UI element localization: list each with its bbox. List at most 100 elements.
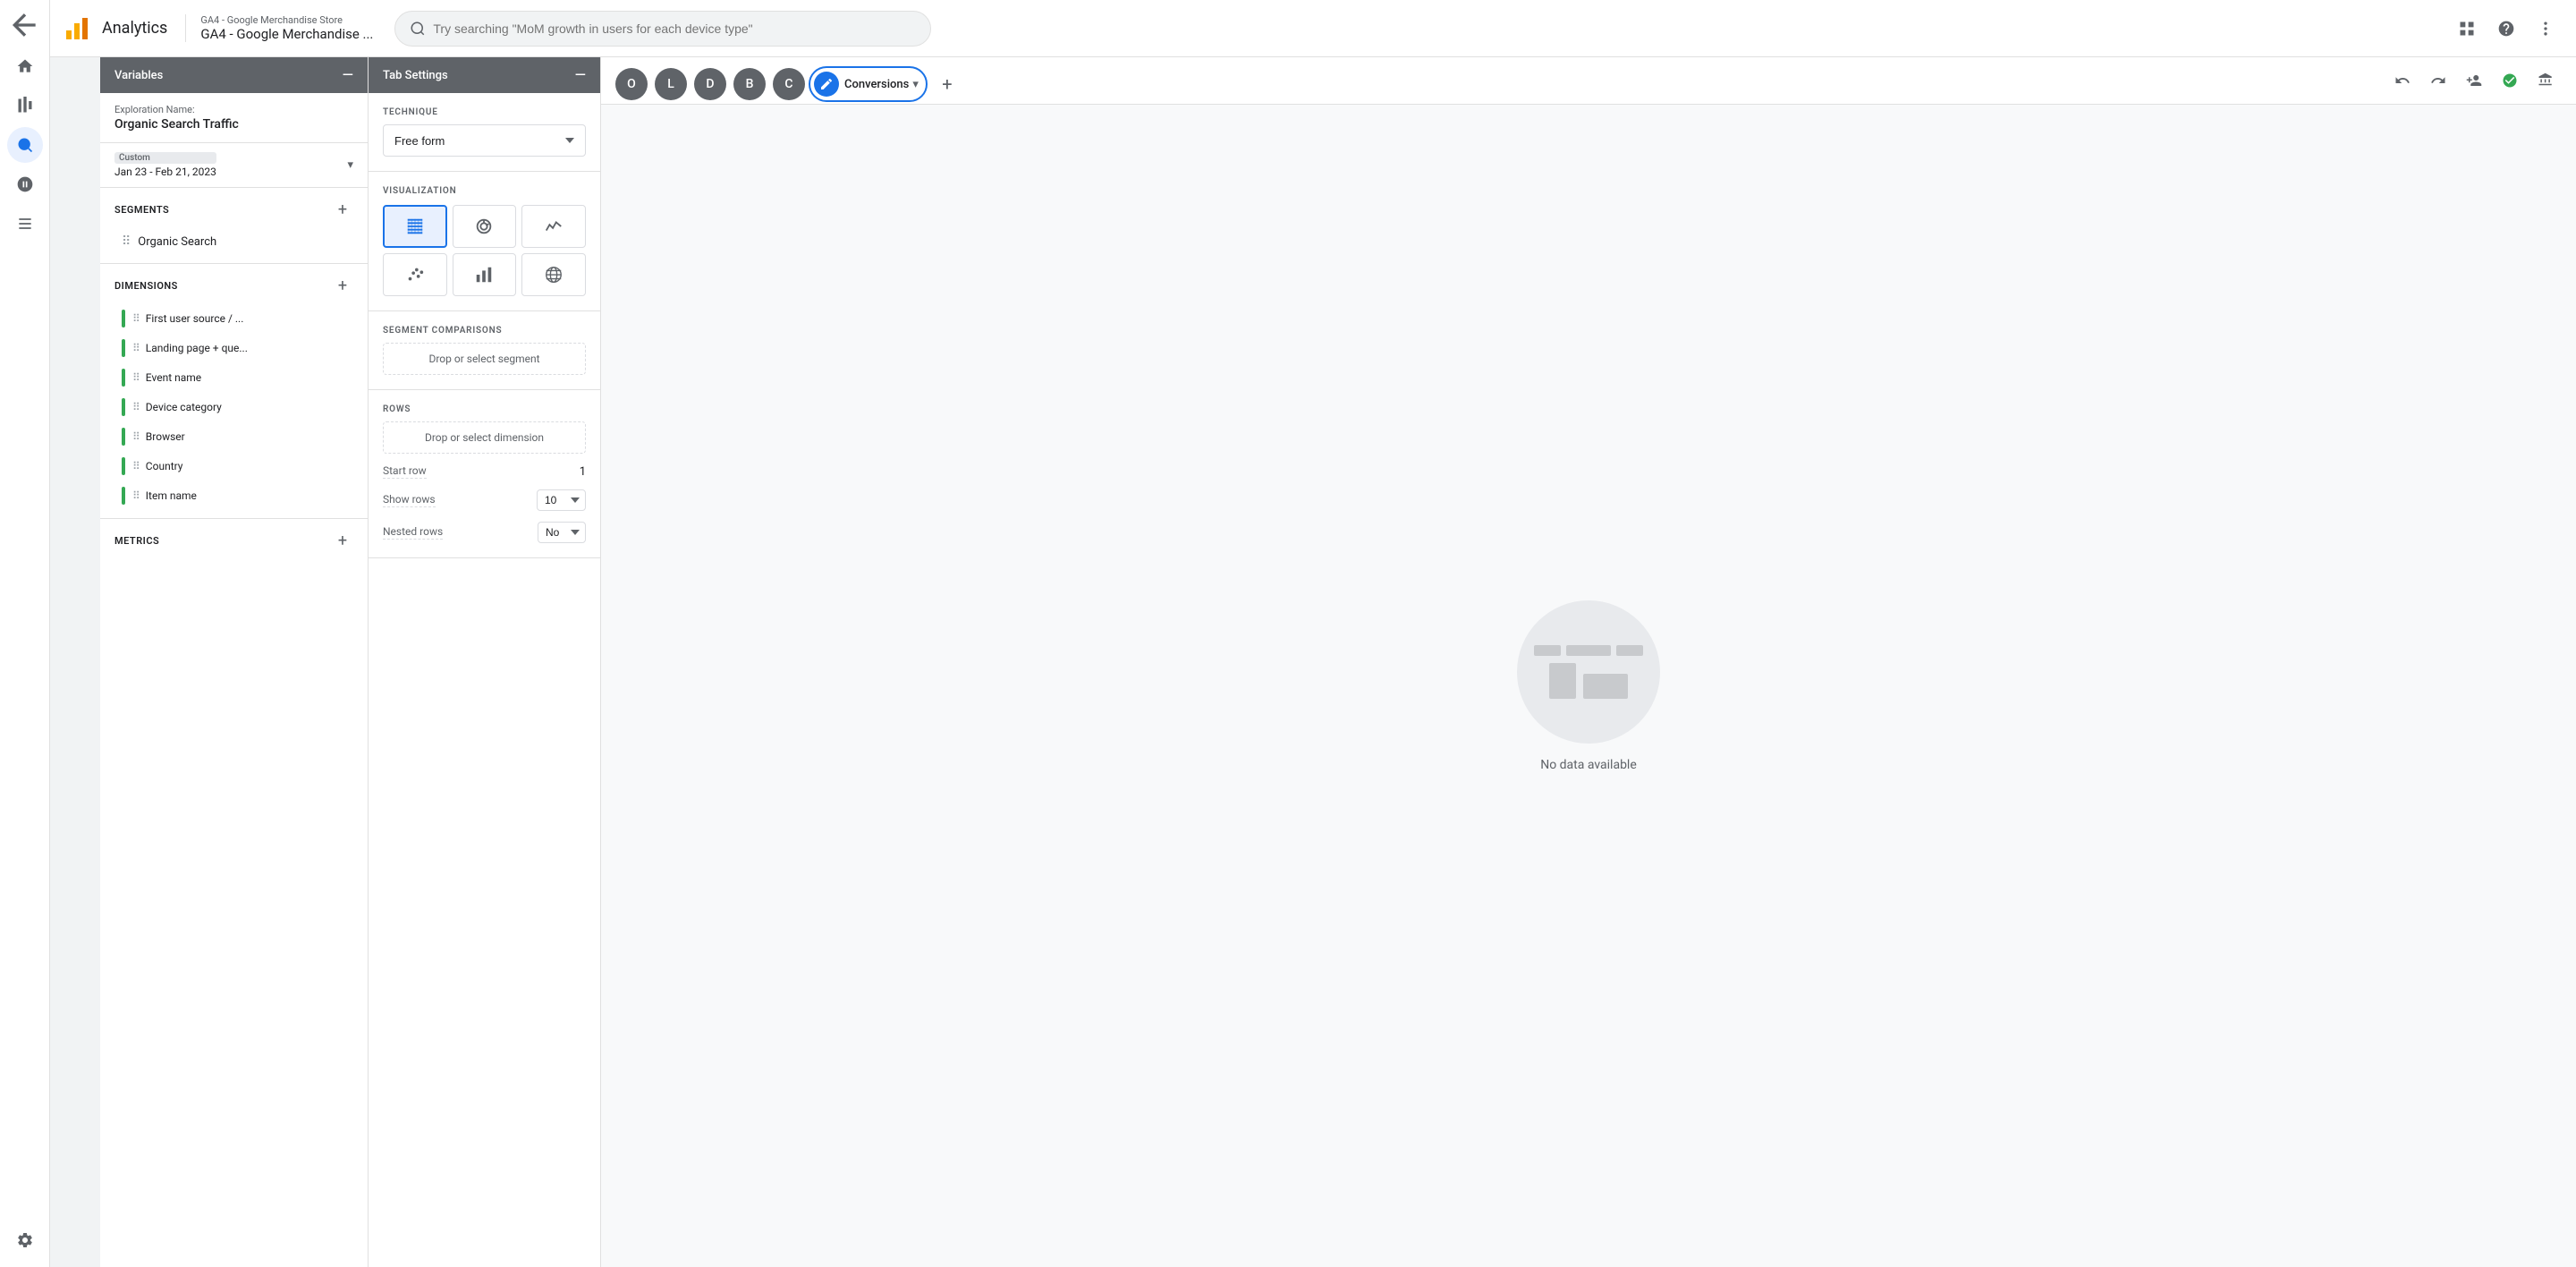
variables-panel-title: Variables: [114, 69, 163, 82]
tab-circle-d[interactable]: D: [694, 68, 726, 100]
dimension-item[interactable]: ⠿ Country: [107, 452, 360, 480]
property-name-label: GA4 - Google Merchandise Store: [200, 14, 373, 26]
no-data-text: No data available: [1540, 758, 1637, 772]
grid-icon-button[interactable]: [2451, 13, 2483, 45]
dimension-item[interactable]: ⠿Device category: [107, 393, 360, 421]
dimension-name-label: Country: [146, 460, 183, 472]
exploration-name-label: Exploration Name:: [114, 104, 353, 115]
tab-circle-l[interactable]: L: [655, 68, 687, 100]
viz-bar-button[interactable]: [453, 253, 517, 296]
add-segment-button[interactable]: +: [332, 199, 353, 220]
show-rows-label: Show rows: [383, 493, 436, 507]
exploration-name-section: Exploration Name: Organic Search Traffic: [100, 93, 368, 143]
rows-label: ROWS: [383, 404, 586, 414]
segment-item[interactable]: ⠿Organic Search: [107, 229, 360, 254]
start-row-value: 1: [580, 465, 586, 479]
drag-handle-icon: ⠿: [132, 371, 140, 384]
dimension-name-label: Item name: [146, 489, 197, 502]
date-range-chevron-icon[interactable]: ▾: [347, 158, 353, 172]
segments-title: SEGMENTS: [114, 204, 169, 216]
dimension-item[interactable]: ⠿ Browser: [107, 422, 360, 451]
dimension-color-bar: [122, 369, 125, 387]
dimensions-title: DIMENSIONS: [114, 280, 178, 292]
dimension-item[interactable]: ⠿First user source / ...: [107, 304, 360, 333]
segments-list: ⠿Organic Search: [100, 227, 368, 256]
add-metric-button[interactable]: +: [332, 530, 353, 551]
variables-panel: Variables — Exploration Name: Organic Se…: [100, 57, 369, 1267]
redo-button[interactable]: [2422, 64, 2454, 97]
exploration-name-value[interactable]: Organic Search Traffic: [114, 117, 353, 132]
viz-donut-button[interactable]: [453, 205, 517, 248]
rows-drop-zone[interactable]: Drop or select dimension: [383, 421, 586, 454]
nav-settings[interactable]: [7, 1222, 43, 1258]
tab-settings-panel-header: Tab Settings —: [369, 57, 600, 93]
add-tab-button[interactable]: +: [931, 68, 963, 100]
nested-rows-select[interactable]: NoYes: [538, 522, 586, 543]
drag-handle-icon: ⠿: [132, 342, 140, 354]
app-name-label: Analytics: [102, 19, 167, 38]
tab-settings-title: Tab Settings: [383, 69, 448, 82]
dimension-item[interactable]: ⠿ Event name: [107, 363, 360, 392]
technique-section: TECHNIQUE Free form: [369, 93, 600, 172]
nav-advertising[interactable]: [7, 166, 43, 202]
start-row-setting: Start row 1: [383, 464, 586, 479]
dimension-color-bar: [122, 457, 125, 475]
tabs-right-actions: [2386, 64, 2562, 104]
active-tab-dropdown-icon[interactable]: ▾: [912, 78, 919, 91]
segment-comparisons-label: SEGMENT COMPARISONS: [383, 326, 586, 336]
tab-circle-c[interactable]: C: [773, 68, 805, 100]
help-icon-button[interactable]: [2490, 13, 2522, 45]
content-row: Variables — Exploration Name: Organic Se…: [100, 57, 2576, 1267]
left-navigation: [0, 0, 50, 1267]
viz-scatter-button[interactable]: [383, 253, 447, 296]
variables-minimize-button[interactable]: —: [343, 68, 353, 82]
tab-circles: OLDBC: [615, 68, 809, 100]
drag-handle-icon: ⠿: [132, 401, 140, 413]
analytics-logo-icon: [64, 14, 93, 43]
viz-table-button[interactable]: [383, 205, 447, 248]
nav-explore[interactable]: [7, 127, 43, 163]
data-area: No data available: [601, 105, 2576, 1267]
search-input[interactable]: [433, 21, 916, 36]
property-id-label: GA4 - Google Merchandise ...: [200, 26, 373, 42]
rows-section: ROWS Drop or select dimension Start row …: [369, 390, 600, 558]
add-user-icon-button[interactable]: [2458, 64, 2490, 97]
drag-handle-icon: ⠿: [132, 460, 140, 472]
save-status-button[interactable]: [2494, 64, 2526, 97]
tab-settings-minimize-button[interactable]: —: [575, 68, 586, 82]
dimension-name-label: First user source / ...: [146, 312, 244, 325]
search-box[interactable]: [394, 11, 931, 47]
main-area: Variables — Exploration Name: Organic Se…: [100, 57, 2576, 1267]
dimension-name-label: Browser: [146, 430, 185, 443]
viz-line-button[interactable]: [521, 205, 586, 248]
show-rows-select[interactable]: 102550100: [537, 489, 586, 511]
visualization-section: VISUALIZATION: [369, 172, 600, 311]
dimension-name-label: Event name: [146, 371, 201, 384]
more-vert-icon-button[interactable]: [2529, 13, 2562, 45]
dimension-item[interactable]: ⠿Item name: [107, 481, 360, 510]
technique-select[interactable]: Free form: [383, 124, 586, 157]
segment-drop-zone[interactable]: Drop or select segment: [383, 343, 586, 375]
active-tab-icon: [814, 72, 839, 97]
metrics-section: METRICS +: [100, 518, 368, 558]
no-data-illustration: [1517, 600, 1660, 744]
active-tab[interactable]: Conversions ▾: [809, 66, 928, 102]
undo-button[interactable]: [2386, 64, 2419, 97]
metrics-section-header: METRICS +: [100, 519, 368, 558]
nav-reports[interactable]: [7, 88, 43, 123]
dimensions-list: ⠿First user source / ...⠿Landing page + …: [100, 303, 368, 511]
add-dimension-button[interactable]: +: [332, 275, 353, 296]
dimension-item[interactable]: ⠿Landing page + que...: [107, 334, 360, 362]
back-button[interactable]: [7, 7, 43, 43]
nav-home[interactable]: [7, 48, 43, 84]
metrics-title: METRICS: [114, 535, 159, 547]
tab-circle-b[interactable]: B: [733, 68, 766, 100]
drag-handle-icon: ⠿: [132, 430, 140, 443]
more-options-button[interactable]: [2529, 64, 2562, 97]
top-bar: Analytics GA4 - Google Merchandise Store…: [50, 0, 2576, 57]
nav-more[interactable]: [7, 206, 43, 242]
segment-comparisons-section: SEGMENT COMPARISONS Drop or select segme…: [369, 311, 600, 390]
date-range-section[interactable]: Custom Jan 23 - Feb 21, 2023 ▾: [100, 143, 368, 188]
tab-circle-o[interactable]: O: [615, 68, 648, 100]
viz-geo-button[interactable]: [521, 253, 586, 296]
